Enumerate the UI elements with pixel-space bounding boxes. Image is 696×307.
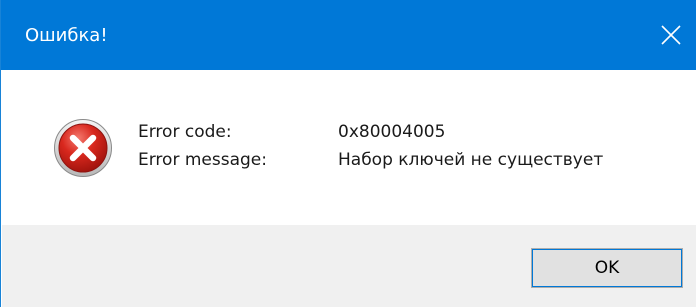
error-icon <box>54 119 112 177</box>
error-message-label: Error message: <box>138 150 267 170</box>
dialog-content: Error code: 0x80004005 Error message: На… <box>2 70 696 225</box>
error-code-label: Error code: <box>138 122 232 142</box>
close-icon <box>661 25 681 45</box>
close-button[interactable] <box>647 12 695 58</box>
dialog-footer: OK <box>2 225 696 307</box>
error-code-value: 0x80004005 <box>338 122 446 142</box>
ok-button[interactable]: OK <box>531 248 683 288</box>
window-title: Ошибка! <box>25 25 108 46</box>
title-bar[interactable]: Ошибка! <box>1 0 696 70</box>
error-message-value: Набор ключей не существует <box>338 150 604 170</box>
error-dialog: Ошибка! Error code: 0x80004005 Error mes… <box>0 0 696 307</box>
